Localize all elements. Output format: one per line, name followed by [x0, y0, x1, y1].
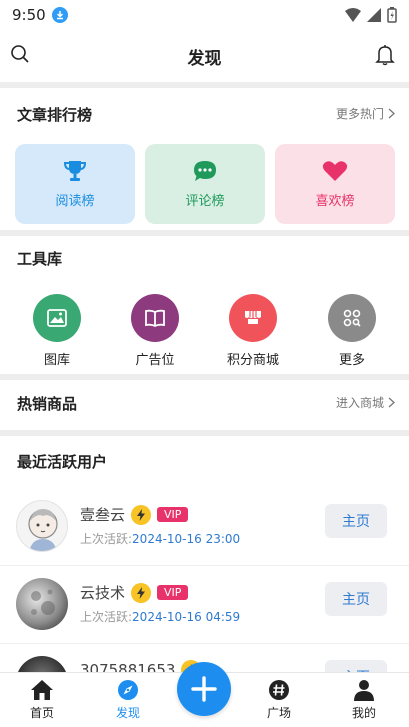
heart-icon	[322, 160, 348, 181]
read-ranking-label: 阅读榜	[55, 193, 95, 209]
book-icon	[131, 294, 179, 342]
user-name: 云技术	[80, 584, 126, 602]
active-users-section: 最近活跃用户 壹叁云 VIP 上次活跃:2024-10-16 23:00 主页 …	[0, 436, 409, 672]
top-header: 发现	[0, 30, 409, 82]
more-hot-label: 更多热门	[335, 107, 384, 121]
status-time: 9:50	[12, 6, 46, 24]
user-icon	[354, 680, 374, 701]
tab-square[interactable]: 广场	[249, 679, 309, 721]
vip-badge: VIP	[157, 507, 189, 522]
enter-mall-label: 进入商城	[335, 396, 384, 410]
battery-icon	[387, 7, 397, 23]
tool-points-mall[interactable]: 积分商城	[208, 294, 298, 368]
comment-ranking-label: 评论榜	[185, 193, 225, 209]
signal-icon	[367, 8, 381, 22]
avatar	[16, 656, 68, 672]
tab-square-label: 广场	[266, 706, 291, 720]
last-active-time: 2024-10-16 04:59	[132, 610, 241, 624]
tool-more[interactable]: 更多	[307, 294, 397, 368]
last-active-prefix: 上次活跃:	[80, 532, 133, 546]
status-bar: 9:50	[0, 0, 409, 30]
last-active-prefix: 上次活跃:	[80, 610, 133, 624]
user-row[interactable]: 云技术 VIP 上次活跃:2024-10-16 04:59 主页	[0, 566, 409, 644]
tab-discover-label: 发现	[115, 706, 140, 720]
user-name: 壹叁云	[80, 506, 126, 524]
tab-mine-label: 我的	[351, 706, 376, 720]
tool-ad-slot-label: 广告位	[135, 353, 175, 368]
avatar	[16, 578, 68, 630]
image-icon	[33, 294, 81, 342]
user-name-row: 云技术 VIP	[80, 582, 189, 603]
shop-icon	[229, 294, 277, 342]
last-active-text: 上次活跃:2024-10-16 23:00	[80, 530, 240, 547]
ranking-section: 文章排行榜 更多热门 阅读榜 评论榜 喜欢榜	[0, 88, 409, 230]
tool-gallery-label: 图库	[43, 353, 70, 368]
tool-ad-slot[interactable]: 广告位	[110, 294, 200, 368]
lightning-icon	[131, 582, 152, 603]
download-icon	[51, 7, 68, 23]
bell-icon[interactable]	[375, 44, 395, 70]
ranking-title: 文章排行榜	[17, 106, 93, 124]
user-home-button[interactable]: 主页	[325, 504, 387, 538]
hot-products-title: 热销商品	[17, 395, 78, 413]
user-row[interactable]: 壹叁云 VIP 上次活跃:2024-10-16 23:00 主页	[0, 488, 409, 566]
user-name: 3075881653	[80, 661, 176, 672]
user-home-button[interactable]: 主页	[325, 582, 387, 616]
more-hot-link[interactable]: 更多热门	[336, 105, 395, 122]
comment-ranking-card[interactable]: 评论榜	[145, 144, 265, 224]
last-active-time: 2024-10-16 23:00	[132, 532, 241, 546]
last-active-text: 上次活跃:2024-10-16 04:59	[80, 608, 240, 625]
chevron-right-icon	[388, 397, 395, 408]
page-title: 发现	[187, 48, 222, 69]
search-icon[interactable]	[10, 44, 30, 68]
enter-mall-link[interactable]: 进入商城	[336, 394, 395, 411]
lightning-icon	[131, 504, 152, 525]
wifi-icon	[345, 8, 361, 22]
add-post-button[interactable]	[177, 662, 231, 716]
like-ranking-card[interactable]: 喜欢榜	[275, 144, 395, 224]
comment-icon	[194, 160, 216, 181]
tab-home-label: 首页	[29, 706, 54, 720]
tool-more-label: 更多	[338, 353, 365, 368]
tool-gallery[interactable]: 图库	[12, 294, 102, 368]
grid-icon	[328, 294, 376, 342]
tools-title: 工具库	[17, 250, 63, 268]
avatar	[16, 500, 68, 552]
tab-home[interactable]: 首页	[12, 679, 72, 721]
trophy-icon	[63, 160, 87, 181]
hot-products-section: 热销商品 进入商城	[0, 380, 409, 430]
tool-points-mall-label: 积分商城	[226, 353, 279, 368]
plus-icon	[191, 676, 217, 702]
vip-badge: VIP	[157, 585, 189, 600]
read-ranking-card[interactable]: 阅读榜	[15, 144, 135, 224]
user-home-button[interactable]: 主页	[325, 660, 387, 672]
compass-icon	[118, 680, 138, 700]
home-icon	[31, 680, 53, 700]
hashtag-icon	[269, 680, 289, 700]
active-users-title: 最近活跃用户	[17, 453, 108, 471]
like-ranking-label: 喜欢榜	[315, 193, 355, 209]
tools-section: 工具库 图库 广告位 积分商城 更多	[0, 236, 409, 374]
tab-discover[interactable]: 发现	[98, 679, 158, 721]
tab-mine[interactable]: 我的	[334, 679, 394, 721]
user-name-row: 壹叁云 VIP	[80, 504, 189, 525]
chevron-right-icon	[388, 108, 395, 119]
